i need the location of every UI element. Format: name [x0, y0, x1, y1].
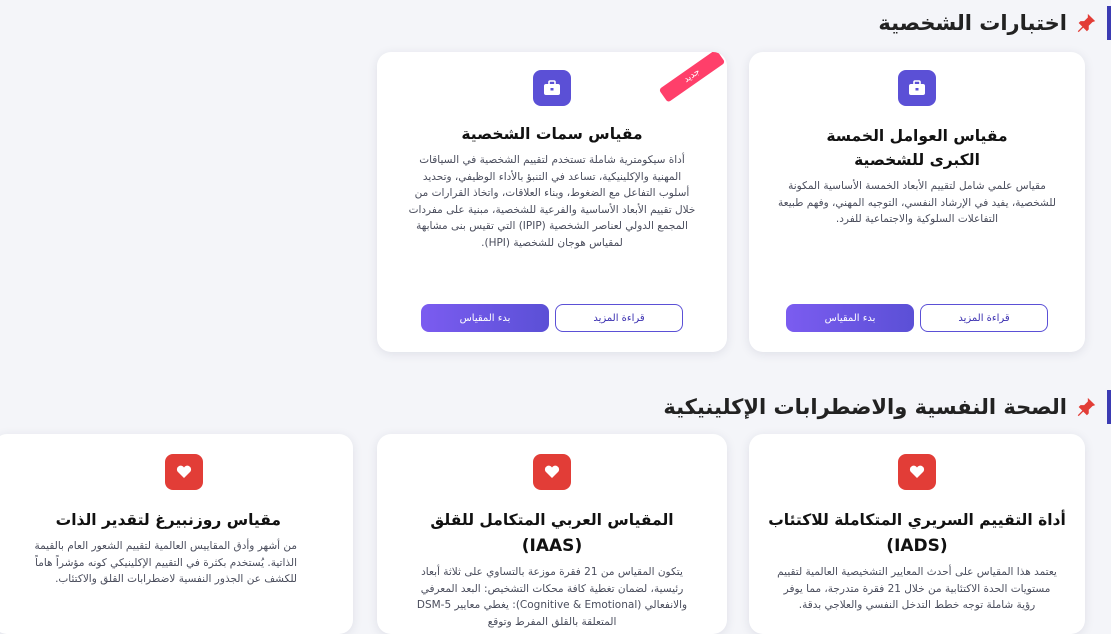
card-self-esteem[interactable]: مقياس روزنبيرغ لتقدير الذات من أشهر وأدق…: [0, 434, 353, 634]
card-title-abbrev: (IADS): [886, 536, 948, 556]
section-title-text: الصحة النفسية والاضطرابات الإكلينيكية: [663, 395, 1067, 419]
card-big-five: مقياس العوامل الخمسة الكبرى للشخصية مقيا…: [749, 52, 1085, 352]
read-more-button[interactable]: قراءة المزيد: [920, 304, 1048, 332]
card-description: يتكون المقياس من 21 فقرة موزعة بالتساوي …: [416, 566, 688, 628]
start-scale-button[interactable]: بدء المقياس: [786, 304, 914, 332]
card-depression[interactable]: أداة التقييم السريري المتكاملة للاكتئاب …: [749, 434, 1085, 634]
card-description: يعتمد هذا المقياس على أحدث المعايير التش…: [777, 566, 1057, 611]
card-title-text: المقياس العربي المتكامل للقلق: [430, 511, 674, 529]
card-title-text: أداة التقييم السريري المتكاملة للاكتئاب: [768, 511, 1066, 529]
pin-icon: [1077, 397, 1096, 417]
read-more-button[interactable]: قراءة المزيد: [555, 304, 683, 332]
heart-icon: [544, 465, 560, 478]
section-title-personality: اختبارات الشخصية: [878, 6, 1111, 40]
card-icon-container: [533, 70, 571, 106]
briefcase-icon: [909, 80, 925, 95]
heart-icon: [909, 465, 925, 478]
card-personality-traits: جديد مقياس سمات الشخصية أداة سيكومترية ش…: [377, 52, 727, 352]
card-description: أداة سيكومترية شاملة تستخدم لتقييم الشخص…: [408, 154, 696, 249]
card-title: المقياس العربي المتكامل للقلق (IAAS): [393, 508, 711, 558]
card-title: مقياس العوامل الخمسة الكبرى للشخصية: [826, 127, 1008, 169]
pin-icon: [1077, 13, 1096, 33]
card-title-abbrev: (IAAS): [521, 536, 583, 556]
card-anxiety[interactable]: المقياس العربي المتكامل للقلق (IAAS) يتك…: [377, 434, 727, 634]
new-badge: جديد: [658, 52, 726, 103]
heart-icon: [176, 465, 192, 478]
section-title-mental-health: الصحة النفسية والاضطرابات الإكلينيكية: [663, 390, 1111, 424]
card-icon-container: [533, 454, 571, 490]
start-scale-button[interactable]: بدء المقياس: [421, 304, 549, 332]
section-title-text: اختبارات الشخصية: [878, 11, 1067, 35]
card-icon-container: [898, 454, 936, 490]
card-description: مقياس علمي شامل لتقييم الأبعاد الخمسة ال…: [778, 180, 1056, 225]
briefcase-icon: [544, 80, 560, 95]
card-icon-container: [165, 454, 203, 490]
card-title: أداة التقييم السريري المتكاملة للاكتئاب …: [765, 508, 1069, 558]
card-title: مقياس سمات الشخصية: [461, 125, 643, 143]
card-icon-container: [898, 70, 936, 106]
card-title: مقياس روزنبيرغ لتقدير الذات: [55, 511, 281, 529]
card-description: من أشهر وأدق المقاييس العالمية لتقييم ال…: [34, 540, 297, 585]
